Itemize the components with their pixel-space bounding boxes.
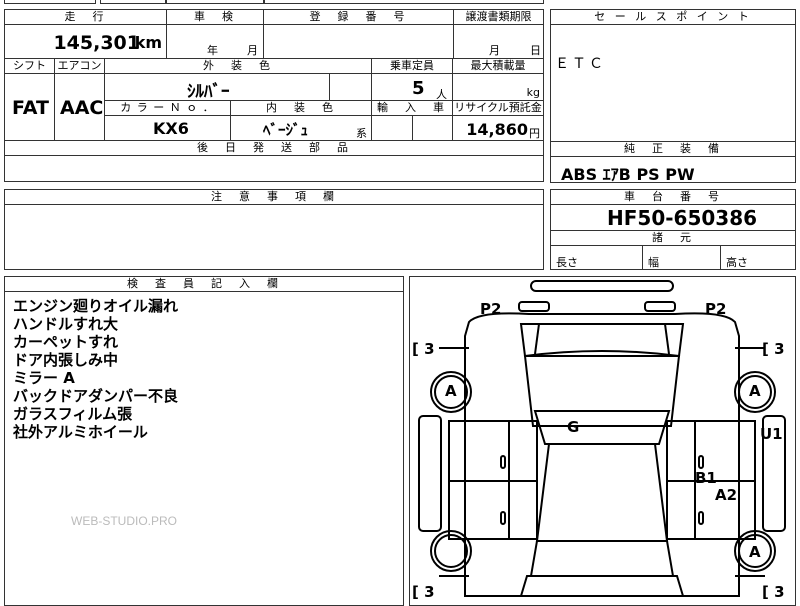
inspection-header: 車 検 [166,9,264,25]
interior-color-suffix: 系 [356,127,367,140]
max-load-header: 最大積載量 [452,58,544,74]
transfer-deadline-header: 譲渡書類期限 [453,9,544,25]
chassis-header: 車 台 番 号 [550,189,796,205]
recycle-cell: 14,860 円 [452,115,544,141]
inspector-notes-cell: エンジン廻りオイル漏れ ハンドルすれ大 カーペットすれ ドア内張しみ中 ミラー … [4,291,404,606]
mileage-header: 走 行 [4,9,167,25]
inspection-month-label: 月 [247,44,258,57]
diagram-label-p2-right: P2 [705,300,727,318]
top-strip-cell-2 [100,0,166,4]
shift-cell: FAT [4,73,55,141]
specs-header: 諸 元 [550,230,796,246]
followup-parts-cell [4,155,544,182]
capacity-value: 5 [412,78,425,99]
inspection-cell: 年 月 [166,24,264,59]
capacity-header: 乗車定員 [371,58,453,74]
shift-header: シフト [4,58,55,74]
chassis-cell: HF50-650386 [550,204,796,231]
diagram-label-roof: G [567,418,580,436]
interior-color-cell: ﾍﾞｰｼﾞｭ 系 [230,115,372,141]
car-diagram-panel: P2 P2 [ 3 [ 3 [ 3 [ 3 A A A G U1 B1 A2 [409,276,796,606]
registration-cell [263,24,454,59]
sales-points-header: セ ー ル ス ポ イ ン ト [550,9,796,25]
import-no-cell [412,115,453,141]
diagram-label-bracket-tr: [ 3 [762,340,785,358]
diagram-label-wheel-fr: A [749,382,761,400]
exterior-color-value: ｼﾙﾊﾞｰ [187,82,230,102]
recycle-unit: 円 [529,127,540,140]
car-diagram [418,280,786,597]
diagram-label-u1: U1 [760,425,783,443]
registration-header: 登 録 番 号 [263,9,454,25]
exterior-color-extra-cell [329,73,372,101]
mileage-value: 145,301 [53,32,140,54]
top-strip-cell-3 [166,0,264,4]
top-strip-cell-1 [4,0,96,4]
inspector-notes-header: 検 査 員 記 入 欄 [4,276,404,292]
sales-points-cell: ＥＴＣ [550,24,796,142]
caution-cell [4,204,544,270]
top-strip-cell-4 [264,0,544,4]
specs-width-cell: 幅 [642,245,721,270]
specs-width-label: 幅 [648,256,659,269]
diagram-label-wheel-rr: A [749,543,761,561]
diagram-label-bracket-bl: [ 3 [412,583,435,601]
recycle-header: リサイクル預託金 [452,100,544,116]
standard-equipment-value: ABS ｴｱB PS PW [561,165,695,184]
diagram-label-a2: A2 [715,486,738,504]
aircon-cell: AAC [54,73,105,141]
mileage-cell: 145,301 km [4,24,167,59]
transfer-deadline-cell: 月 日 [453,24,544,59]
max-load-unit: kg [526,86,540,99]
exterior-color-cell: ｼﾙﾊﾞｰ [104,73,330,102]
diagram-label-bracket-tl: [ 3 [412,340,435,358]
sales-point-item: ＥＴＣ [555,56,606,72]
standard-equipment-header: 純 正 装 備 [550,141,796,157]
shift-value: FAT [12,97,49,119]
import-header: 輸 入 車 [371,100,453,116]
inspector-note-line: 社外アルミホイール [13,423,148,441]
diagram-label-p2-left: P2 [480,300,502,318]
followup-parts-header: 後 日 発 送 部 品 [4,140,544,156]
inspection-year-label: 年 [207,44,218,57]
caution-header: 注 意 事 項 欄 [4,189,544,205]
diagram-label-wheel-fl: A [445,382,457,400]
interior-color-header: 内 装 色 [230,100,372,116]
exterior-color-header: 外 装 色 [104,58,372,74]
chassis-value: HF50-650386 [607,206,758,230]
diagram-label-b1: B1 [695,469,717,487]
color-no-value: KX6 [153,119,189,138]
specs-height-cell: 高さ [720,245,796,270]
color-no-header: カ ラ ー Ｎ ｏ ． [104,100,231,116]
standard-equipment-cell: ABS ｴｱB PS PW [550,156,796,184]
color-no-cell: KX6 [104,115,231,141]
transfer-day-label: 日 [530,44,541,57]
specs-length-label: 長さ [556,256,578,269]
transfer-month-label: 月 [489,44,500,57]
mileage-unit: km [134,33,162,52]
import-yes-cell [371,115,413,141]
specs-length-cell: 長さ [550,245,643,270]
aircon-header: エアコン [54,58,105,74]
max-load-cell: kg [452,73,544,101]
specs-height-label: 高さ [726,256,748,269]
diagram-label-bracket-br: [ 3 [762,583,785,601]
capacity-cell: 5 人 [371,73,453,101]
watermark: WEB-STUDIO.PRO [71,514,178,528]
aircon-value: AAC [60,97,104,119]
recycle-value: 14,860 [466,120,528,139]
interior-color-value: ﾍﾞｰｼﾞｭ [263,121,309,139]
